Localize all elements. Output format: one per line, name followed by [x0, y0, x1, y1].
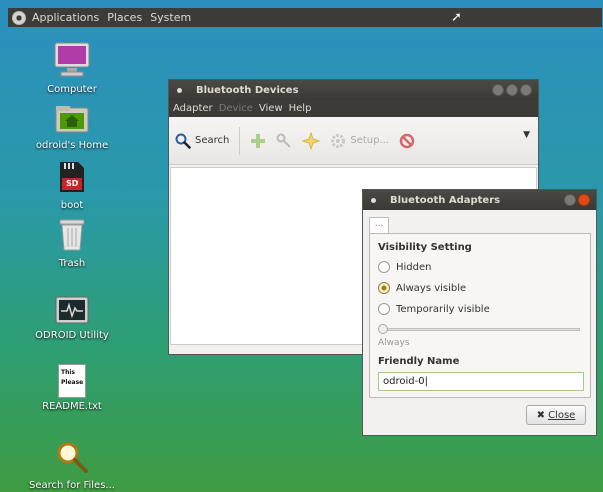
desktop-icon-trash[interactable]: Trash [24, 218, 120, 269]
toolbar-separator [239, 126, 241, 155]
bluetooth-adapters-window: Bluetooth Adapters ... Visibility Settin… [362, 189, 597, 436]
desktop-icon-label: boot [60, 200, 84, 211]
menu-system[interactable]: System [150, 11, 191, 24]
menu-adapter[interactable]: Adapter [173, 103, 213, 114]
radio-temporarily-visible[interactable]: Temporarily visible [378, 303, 590, 315]
friendly-name-heading: Friendly Name [378, 356, 460, 367]
desktop-icon-label: ODROID Utility [35, 330, 109, 341]
setup-button[interactable]: Setup... [330, 133, 389, 149]
search-files-icon [57, 442, 88, 473]
close-x-icon: ✖ [536, 409, 546, 421]
sd-card-icon [60, 162, 84, 192]
trust-device-button[interactable] [302, 131, 321, 150]
search-button[interactable]: Search [175, 133, 229, 149]
desktop-icon-boot[interactable]: SD boot [24, 160, 120, 211]
friendly-name-value: odroid-0 [383, 376, 425, 387]
search-icon [175, 133, 191, 149]
mouse-cursor-icon: ➚ [451, 10, 462, 25]
minimize-button[interactable] [564, 194, 576, 206]
radio-indicator[interactable] [378, 282, 390, 294]
desktop-icon-label: Computer [47, 84, 97, 95]
pair-device-button[interactable] [276, 133, 292, 149]
adapter-tab[interactable]: ... [369, 217, 389, 233]
menu-device[interactable]: Device [219, 103, 253, 114]
home-folder-icon [55, 106, 89, 133]
desktop-icon-home[interactable]: odroid's Home [24, 104, 120, 151]
close-button[interactable] [578, 194, 590, 206]
radio-always-visible[interactable]: Always visible [378, 282, 590, 294]
radio-indicator[interactable] [378, 261, 390, 273]
menu-view[interactable]: View [259, 103, 283, 114]
utility-monitor-icon [55, 296, 89, 324]
radio-indicator[interactable] [378, 303, 390, 315]
window-titlebar[interactable]: Bluetooth Devices [169, 80, 538, 100]
window-title: Bluetooth Adapters [390, 194, 501, 206]
toolbar: Search Setup... ▼ [169, 117, 538, 165]
window-titlebar[interactable]: Bluetooth Adapters [363, 190, 596, 210]
timeout-slider[interactable] [378, 324, 580, 334]
menu-applications[interactable]: Applications [32, 11, 99, 24]
block-icon [399, 133, 415, 148]
visibility-heading: Visibility Setting [378, 242, 472, 253]
star-icon [302, 131, 321, 150]
setup-label: Setup... [350, 135, 390, 146]
slider-track [382, 328, 580, 331]
close-dialog-button[interactable]: ✖ Close [526, 405, 586, 425]
text-file-icon: This Please [58, 364, 86, 398]
desktop-icon-odroid-utility[interactable]: ODROID Utility [24, 296, 120, 341]
remove-device-button[interactable] [399, 133, 415, 149]
sd-badge: SD [66, 179, 79, 188]
window-menu-icon[interactable] [177, 87, 182, 93]
search-label: Search [195, 135, 230, 146]
desktop-icon-label: odroid's Home [35, 140, 109, 151]
maximize-button[interactable] [506, 84, 518, 96]
close-button[interactable] [520, 84, 532, 96]
menu-places[interactable]: Places [107, 11, 142, 24]
system-logo-icon[interactable] [12, 10, 26, 25]
adapter-panel: Visibility Setting Hidden Always visible… [369, 233, 591, 398]
desktop-icon-search-files[interactable]: Search for Files... [24, 440, 120, 491]
desktop-icon-label: README.txt [42, 401, 102, 412]
text-caret: | [424, 376, 428, 387]
slider-caption: Always [378, 338, 410, 348]
computer-icon [54, 42, 90, 77]
desktop-icon-readme[interactable]: This Please README.txt [24, 364, 120, 412]
radio-hidden[interactable]: Hidden [378, 261, 590, 273]
friendly-name-input[interactable]: odroid-0| [378, 372, 584, 391]
top-panel: Applications Places System ➚ [8, 8, 602, 27]
close-label: Close [548, 409, 576, 421]
radio-label: Hidden [396, 261, 432, 273]
radio-label: Always visible [396, 282, 467, 294]
plus-icon [251, 133, 266, 148]
toolbar-overflow-icon[interactable]: ▼ [523, 130, 530, 140]
trash-icon [59, 219, 85, 251]
radio-label: Temporarily visible [396, 303, 490, 315]
menu-help[interactable]: Help [289, 103, 312, 114]
menubar: Adapter Device View Help [169, 100, 538, 117]
window-title: Bluetooth Devices [196, 84, 299, 96]
desktop-icon-computer[interactable]: Computer [24, 42, 120, 95]
gear-icon [331, 133, 346, 148]
window-menu-icon[interactable] [371, 197, 376, 203]
desktop-icon-label: Search for Files... [29, 480, 115, 491]
minimize-button[interactable] [492, 84, 504, 96]
key-icon [276, 133, 292, 148]
add-device-button[interactable] [250, 133, 266, 149]
slider-handle[interactable] [378, 324, 388, 334]
desktop-icon-label: Trash [58, 258, 86, 269]
